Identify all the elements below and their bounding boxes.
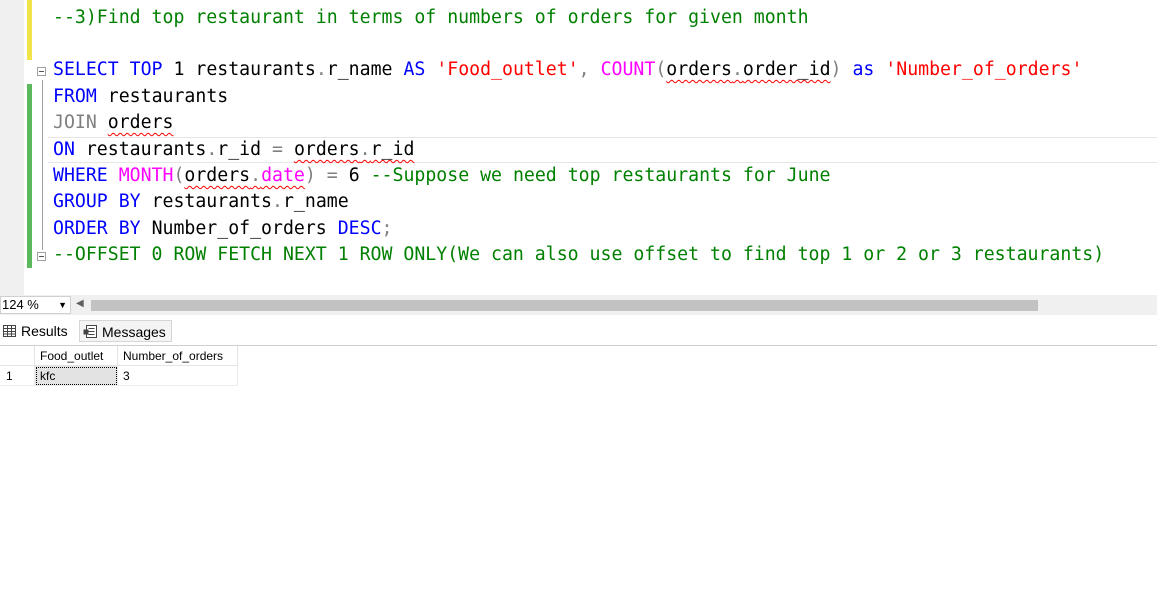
change-bar-unsaved (27, 0, 32, 60)
string-literal: 'Food_outlet' (436, 59, 579, 80)
keyword: ON (53, 139, 75, 160)
operator: ( (655, 59, 667, 80)
operator: ; (381, 218, 393, 239)
chevron-down-icon[interactable]: ▼ (58, 297, 67, 313)
keyword: AS (403, 59, 426, 80)
operator: . (315, 59, 327, 80)
identifier: r_name (326, 59, 393, 80)
function-name: date (261, 165, 305, 186)
keyword: JOIN (53, 112, 97, 133)
identifier: orders (666, 59, 732, 80)
tab-messages[interactable]: Messages (79, 320, 172, 342)
identifier: restaurants (85, 139, 207, 160)
function-name: COUNT (600, 59, 656, 80)
keyword: SELECT (53, 59, 119, 80)
code-line-10[interactable]: --OFFSET 0 ROW FETCH NEXT 1 ROW ONLY(We … (53, 242, 1104, 268)
function-name: MONTH (118, 165, 174, 186)
identifier: restaurants (151, 191, 273, 212)
editor-status-strip: 124 % ▼ ◀ (0, 295, 1157, 315)
identifier: order_id (742, 59, 831, 80)
keyword: BY (118, 218, 141, 239)
number-literal: 6 (348, 165, 360, 186)
keyword: as (852, 59, 875, 80)
zoom-dropdown[interactable]: 124 % ▼ (0, 296, 71, 314)
column-header[interactable]: Food_outlet (35, 346, 118, 366)
code-line-6[interactable]: ON restaurants.r_id = orders.r_id (53, 137, 414, 163)
tab-label: Results (21, 323, 68, 339)
results-tab-bar: Results Messages (0, 315, 1157, 346)
scroll-left-arrow-icon[interactable]: ◀ (76, 298, 84, 309)
zoom-level: 124 % (2, 297, 39, 312)
operator: . (359, 139, 371, 160)
operator: . (206, 139, 218, 160)
grid-icon (3, 321, 16, 343)
operator: . (250, 165, 262, 186)
identifier: orders (184, 165, 251, 186)
number-literal: 1 (173, 59, 185, 80)
operator: ( (173, 165, 185, 186)
identifier: r_id (370, 139, 415, 160)
horizontal-scrollbar-thumb[interactable] (91, 300, 1038, 311)
keyword: WHERE (53, 165, 108, 186)
keyword: BY (118, 191, 141, 212)
operator: ) (304, 165, 316, 186)
identifier: r_name (282, 191, 349, 212)
operator: , (578, 59, 590, 80)
tab-label: Messages (102, 324, 166, 340)
tab-results[interactable]: Results (3, 320, 74, 342)
grid-corner-header[interactable] (0, 346, 35, 366)
identifier: orders (107, 112, 174, 133)
code-line-9[interactable]: ORDER BY Number_of_orders DESC; (53, 216, 392, 242)
code-line-5[interactable]: JOIN orders (53, 110, 173, 136)
collapse-icon[interactable] (37, 252, 46, 261)
keyword: DESC (337, 218, 382, 239)
keyword: TOP (129, 59, 163, 80)
keyword: FROM (53, 86, 97, 107)
code-line-8[interactable]: GROUP BY restaurants.r_name (53, 189, 349, 215)
editor-margin (0, 0, 24, 295)
code-line-4[interactable]: FROM restaurants (53, 84, 228, 110)
code-line-1[interactable]: --3)Find top restaurant in terms of numb… (53, 5, 809, 31)
operator: ) (830, 59, 842, 80)
query-editor[interactable]: --3)Find top restaurant in terms of numb… (0, 0, 1157, 295)
keyword: ORDER (53, 218, 108, 239)
comment-text: --3)Find top restaurant in terms of numb… (53, 7, 809, 28)
operator: = (326, 165, 338, 186)
identifier: r_id (217, 139, 262, 160)
messages-icon (83, 322, 97, 344)
collapse-icon[interactable] (37, 67, 46, 76)
string-literal: 'Number_of_orders' (885, 59, 1083, 80)
column-header[interactable]: Number_of_orders (118, 346, 238, 366)
grid-cell[interactable]: 3 (118, 366, 238, 386)
fold-guide-line (42, 80, 43, 250)
code-line-7[interactable]: WHERE MONTH(orders.date) = 6 --Suppose w… (53, 163, 831, 189)
identifier: orders (293, 139, 360, 160)
grid-cell-selected[interactable]: kfc (35, 366, 118, 386)
change-bar-saved (27, 84, 32, 268)
operator: = (272, 139, 283, 160)
comment-text: --OFFSET 0 ROW FETCH NEXT 1 ROW ONLY(We … (53, 244, 1105, 265)
keyword: GROUP (53, 191, 108, 212)
code-line-3[interactable]: SELECT TOP 1 restaurants.r_name AS 'Food… (53, 57, 1082, 83)
identifier: Number_of_orders (151, 218, 327, 239)
comment-text: --Suppose we need top restaurants for Ju… (370, 165, 831, 186)
operator: . (272, 191, 283, 212)
row-number[interactable]: 1 (0, 366, 35, 386)
identifier: restaurants (107, 86, 229, 107)
operator: . (731, 59, 743, 80)
identifier: restaurants (195, 59, 316, 80)
